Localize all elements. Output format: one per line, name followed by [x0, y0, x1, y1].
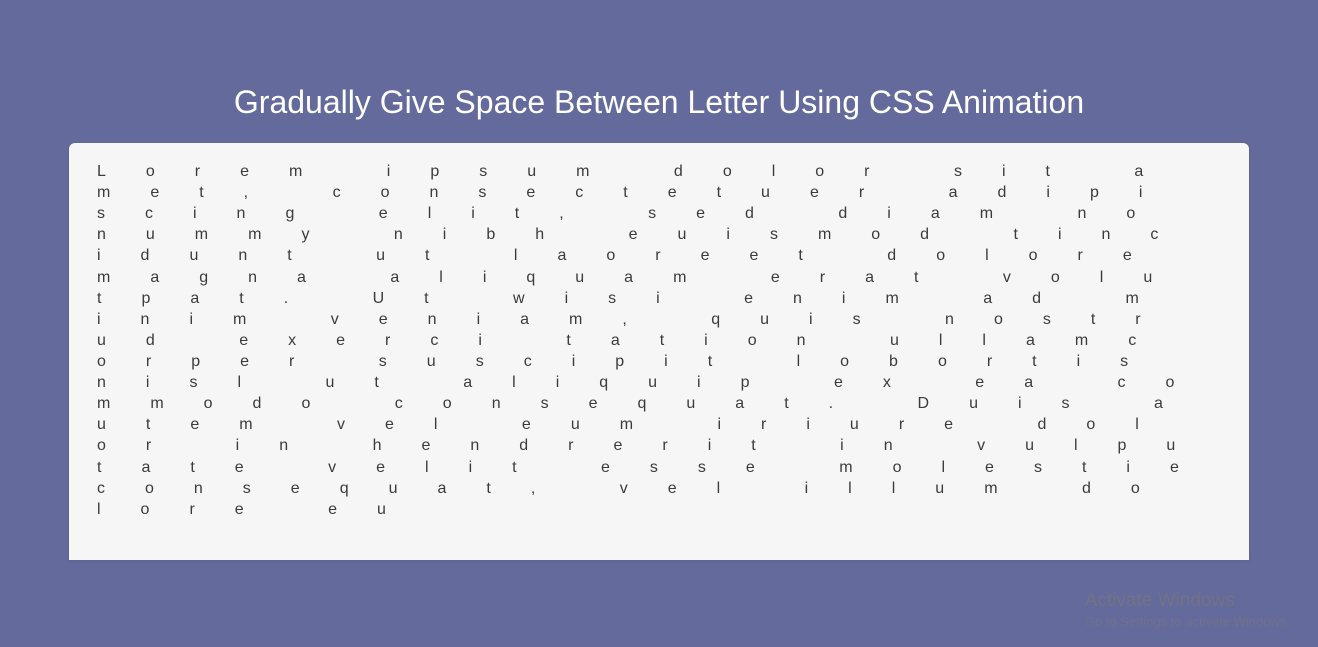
demo-paragraph: Lorem ipsum dolor sit amet, consectetuer… [97, 161, 1221, 520]
watermark-line-2: Go to Settings to activate Windows. [1085, 614, 1290, 629]
content-card: Lorem ipsum dolor sit amet, consectetuer… [69, 143, 1249, 560]
page-wrapper: Gradually Give Space Between Letter Usin… [0, 0, 1318, 560]
watermark-line-1: Activate Windows [1085, 590, 1290, 612]
activate-windows-watermark: Activate Windows Go to Settings to activ… [1085, 590, 1290, 629]
page-title: Gradually Give Space Between Letter Usin… [234, 84, 1084, 121]
